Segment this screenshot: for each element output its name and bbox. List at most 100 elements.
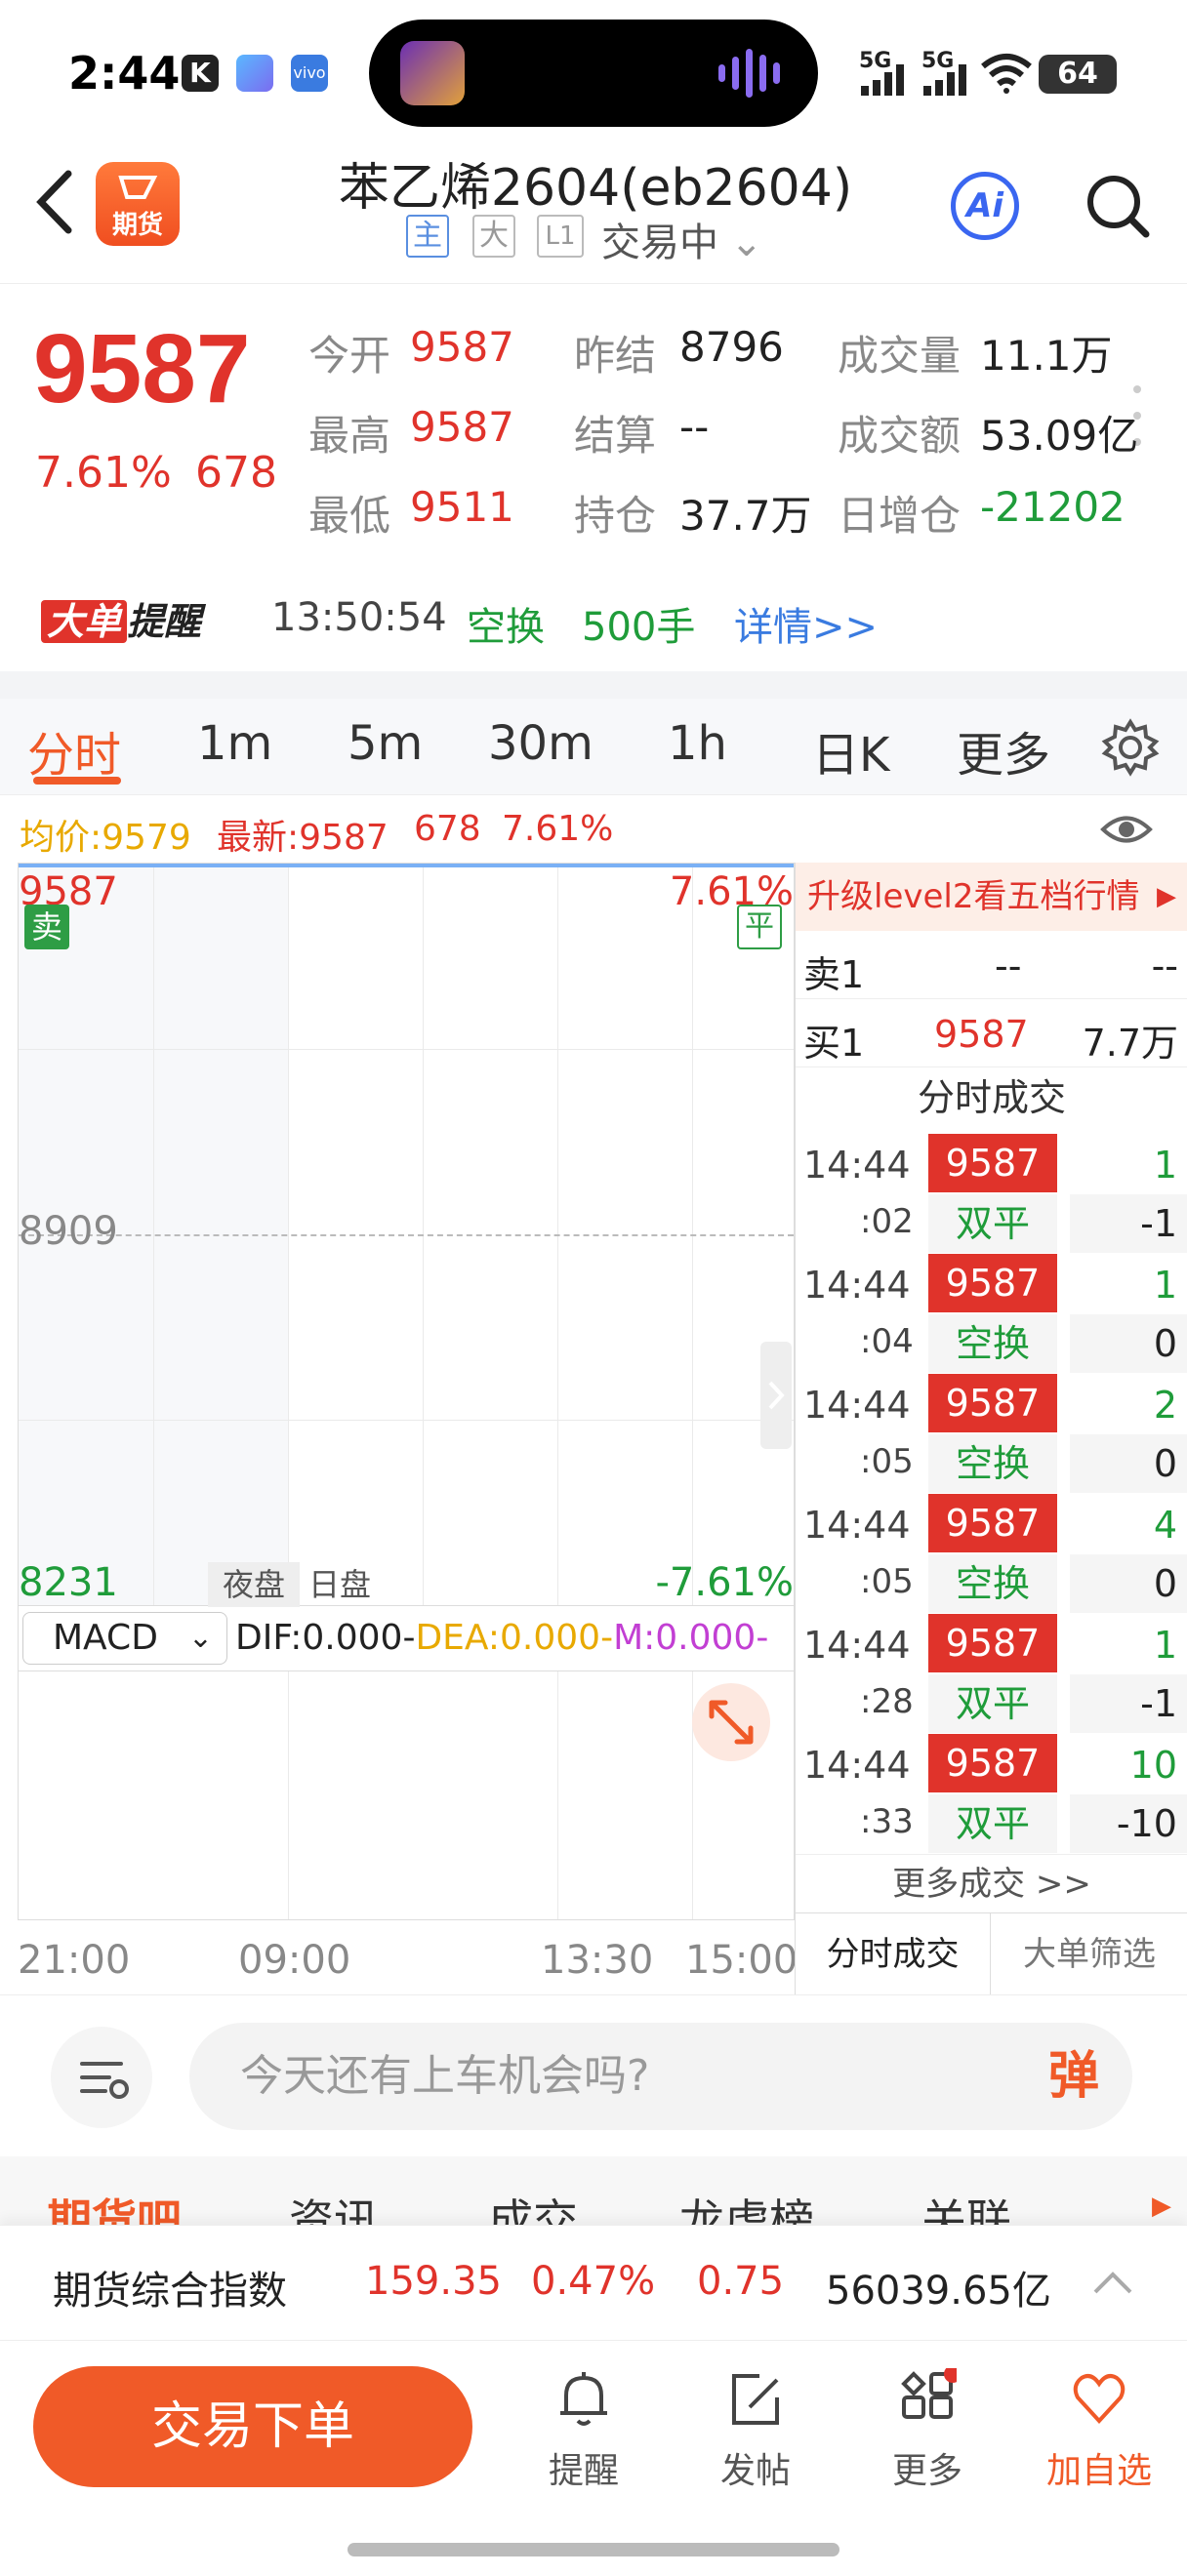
- triangle-right-icon[interactable]: ▶: [1152, 2192, 1171, 2221]
- section-tab-news[interactable]: 资讯: [289, 2186, 379, 2225]
- section-tab-trades[interactable]: 成交: [488, 2186, 578, 2225]
- tab-1m[interactable]: 1m: [197, 716, 272, 771]
- expand-icon[interactable]: [692, 1683, 770, 1761]
- x-label-2100: 21:00: [18, 1938, 131, 1983]
- signal-bars-icon-2: [923, 64, 966, 96]
- comment-input[interactable]: 今天还有上车机会吗?: [189, 2023, 1132, 2130]
- trade-volume: 1: [1153, 1624, 1177, 1667]
- avg-line-bar: 均价:9579 最新:9587 678 7.61%: [0, 794, 1187, 863]
- nav-alert[interactable]: 提醒: [525, 2368, 642, 2495]
- section-tab-forum[interactable]: 期货吧: [47, 2186, 182, 2225]
- nav-add-watchlist[interactable]: 加自选: [1041, 2368, 1158, 2495]
- tab-5m[interactable]: 5m: [348, 716, 423, 771]
- tab-big-order-filter[interactable]: 大单筛选: [992, 1913, 1187, 1995]
- trade-price: 9587: [928, 1254, 1057, 1312]
- tab-1h[interactable]: 1h: [668, 716, 727, 771]
- quote-field-value: 9587: [410, 403, 514, 451]
- search-icon[interactable]: [1084, 172, 1152, 240]
- level2-upgrade-link[interactable]: 升级level2看五档行情 ▶: [796, 863, 1187, 931]
- change-value: 678: [195, 448, 277, 498]
- header: 期货 苯乙烯2604(eb2604) 主 大 L1 交易中 ⌄ Ai: [0, 146, 1187, 283]
- trade-type: 空换: [928, 1554, 1057, 1613]
- gear-icon[interactable]: [1101, 718, 1160, 777]
- section-tabs: 期货吧 资讯 成交 龙虎榜 关联 ▶: [0, 2156, 1187, 2225]
- x-label-1330: 13:30: [541, 1938, 654, 1983]
- eye-icon[interactable]: [1099, 807, 1154, 852]
- tab-30m[interactable]: 30m: [488, 716, 594, 771]
- quote-field-value: 9511: [410, 483, 514, 531]
- trade-type: 空换: [928, 1314, 1057, 1373]
- back-arrow-icon[interactable]: [31, 168, 80, 236]
- index-value: 159.35: [365, 2259, 502, 2304]
- big-order-details-link[interactable]: 详情>>: [734, 595, 878, 652]
- index-change: 0.75: [697, 2259, 785, 2304]
- trade-type: 双平: [928, 1194, 1057, 1253]
- trade-oi-change: -10: [1070, 1794, 1187, 1853]
- app-k-icon: K: [182, 55, 219, 92]
- ai-button[interactable]: Ai: [951, 172, 1019, 240]
- quote-field-value: 8796: [679, 323, 784, 371]
- tab-more[interactable]: 更多: [957, 716, 1050, 785]
- chevron-up-icon[interactable]: [1091, 2269, 1134, 2298]
- nav-post-label: 发帖: [719, 2451, 791, 2491]
- indicator-select[interactable]: MACD ⌄: [22, 1612, 227, 1665]
- trade-time: 14:44: [803, 1624, 911, 1667]
- futures-logo[interactable]: 期货: [96, 162, 180, 246]
- more-trades-link[interactable]: 更多成交 >>: [796, 1854, 1187, 1912]
- trade-price: 9587: [928, 1614, 1057, 1672]
- tab-intraday-trades[interactable]: 分时成交: [796, 1913, 991, 1995]
- night-session-label[interactable]: 夜盘: [208, 1562, 300, 1607]
- panel-collapse-handle[interactable]: [760, 1342, 792, 1449]
- nav-post[interactable]: 发帖: [697, 2368, 814, 2495]
- danmu-toggle[interactable]: 弹: [1015, 2023, 1132, 2130]
- logo-mark-icon: [118, 176, 158, 199]
- index-percent: 0.47%: [531, 2259, 656, 2304]
- macd-bar: MACD ⌄ DIF:0.000-DEA:0.000-M:0.000-: [18, 1606, 795, 1670]
- section-tab-ranking[interactable]: 龙虎榜: [679, 2186, 814, 2225]
- quote-field-value: 37.7万: [679, 492, 812, 540]
- level2-label: 升级level2看五档行情: [807, 877, 1140, 916]
- big-order-alert[interactable]: 大单 提醒 13:50:54 空换 500手 详情>>: [0, 556, 1187, 671]
- logo-text: 期货: [111, 211, 163, 240]
- trade-oi-change: -1: [1070, 1194, 1187, 1253]
- index-bar[interactable]: 期货综合指数 159.35 0.47% 0.75 56039.65亿: [0, 2225, 1187, 2340]
- trade-type: 空换: [928, 1434, 1057, 1493]
- trade-seconds: :33: [860, 1802, 914, 1841]
- trade-oi-change: 0: [1070, 1554, 1187, 1613]
- big-order-type: 空换: [467, 605, 545, 650]
- quote-field-value: 11.1万: [980, 332, 1113, 380]
- big-order-time: 13:50:54: [271, 595, 447, 640]
- game-thumbnail-icon: [400, 41, 465, 105]
- tag-big: 大: [472, 215, 515, 258]
- sell-tag: 卖: [24, 905, 69, 949]
- period-tabs: 分时 1m 5m 30m 1h 日K 更多: [0, 699, 1187, 794]
- dynamic-island[interactable]: [369, 20, 818, 127]
- place-order-button[interactable]: 交易下单: [33, 2366, 472, 2487]
- sell1-price: --: [995, 945, 1022, 987]
- trade-time: 14:44: [803, 1144, 911, 1187]
- day-session-label[interactable]: 日盘: [294, 1562, 386, 1607]
- page-title: 苯乙烯2604(eb2604): [338, 159, 853, 218]
- tab-daily-k[interactable]: 日K: [812, 716, 889, 785]
- signal-bars-icon: [861, 64, 904, 96]
- nav-more[interactable]: 更多: [869, 2368, 986, 2495]
- avg-price: 均价:9579: [20, 818, 191, 858]
- big-order-logo-b: 提醒: [127, 600, 202, 643]
- filter-icon[interactable]: [51, 2027, 152, 2128]
- quote-panel: 9587 7.61% 678 今开 9587 昨结 8796 成交量 11.1万 最高 958…: [0, 283, 1187, 556]
- home-indicator[interactable]: [348, 2543, 839, 2556]
- chevron-down-icon: ⌄: [187, 1621, 213, 1655]
- macd-chart[interactable]: [18, 1670, 795, 1920]
- trade-price: 9587: [928, 1734, 1057, 1792]
- trade-price: 9587: [928, 1494, 1057, 1552]
- trade-time: 14:44: [803, 1744, 911, 1787]
- app-bird-icon: [236, 55, 273, 92]
- chevron-right-icon: [768, 1381, 785, 1410]
- trade-oi-change: -1: [1070, 1674, 1187, 1733]
- tab-intraday[interactable]: 分时: [27, 716, 121, 785]
- section-tab-related[interactable]: 关联: [921, 2186, 1011, 2225]
- buy1-volume: 7.7万: [1082, 1022, 1178, 1065]
- trading-status[interactable]: 交易中 ⌄: [601, 211, 763, 267]
- intraday-chart[interactable]: 9587 7.61% 8909 8231 -7.61% 卖 平 夜盘 日盘: [18, 863, 795, 1607]
- x-label-1500: 15:00: [685, 1938, 798, 1983]
